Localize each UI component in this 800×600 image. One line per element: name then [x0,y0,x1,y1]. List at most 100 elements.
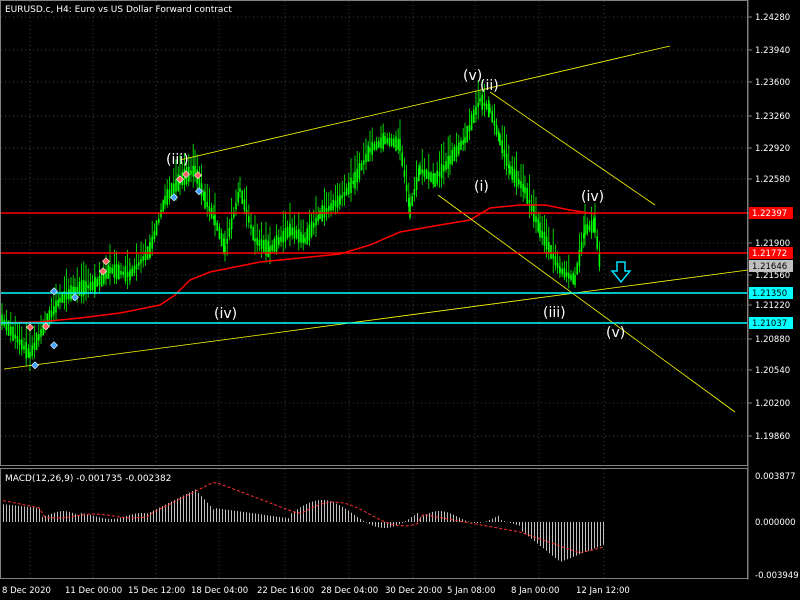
candle-body [330,203,332,211]
macd-bar [42,516,43,522]
macd-bar [345,508,346,522]
macd-bar [288,518,289,522]
wave-label: (iv) [214,306,237,322]
macd-bar [552,522,553,556]
macd-bar [498,515,499,522]
macd-bar [219,508,220,522]
candle-body [295,230,298,239]
macd-bar [315,500,316,522]
candle-body [298,229,300,243]
candle-body [166,189,168,205]
macd-bar [81,513,82,522]
candle-body [554,256,557,266]
candle-body [586,224,588,234]
candle-body [481,94,483,110]
candle-body [411,196,413,207]
candle-body [50,310,53,318]
candle-body [518,179,520,185]
candle-body [208,206,211,212]
macd-bar [591,522,592,550]
macd-bar [438,511,439,522]
macd-bar [174,500,175,522]
macd-bar [447,512,448,522]
candle-body [87,285,89,289]
macd-bar [357,516,358,522]
candle-body [453,147,456,162]
macd-bar [351,512,352,522]
macd-bar [27,506,28,522]
price-tick-label: 1.19860 [755,432,790,442]
candle-body [449,155,451,165]
candle-body [468,125,471,132]
macd-bar [213,509,214,522]
wave-label: (iv) [581,189,604,205]
macd-bar [531,522,532,539]
candle-body [570,274,572,280]
fractal-marker [50,287,58,296]
candle-body [428,172,430,180]
candle-body [432,173,434,185]
macd-bar [18,505,19,522]
candle-body [458,142,460,155]
macd-bar [6,504,7,522]
macd-bar [306,503,307,522]
candle-body [89,282,92,291]
candle-body [475,106,477,115]
candle-body [390,138,393,146]
candle-body [248,216,250,223]
candle-body [304,237,306,243]
candle-body [509,166,511,174]
candle-body [124,266,127,282]
candle-body [382,133,384,150]
candle-body [206,201,208,207]
candle-body [129,270,131,280]
macd-bar [225,509,226,522]
down-arrow-icon [610,261,632,284]
candle-body [341,195,343,199]
fractal-marker [26,323,34,332]
candle-body [598,253,601,267]
candle-body [568,273,570,279]
macd-bar [390,522,391,528]
candle-body [111,267,113,274]
macd-bar [579,522,580,555]
candle-body [524,186,526,194]
macd-bar [30,507,31,522]
macd-bar [342,506,343,522]
candle-body [194,165,196,175]
candle-body [395,136,397,151]
macd-bar [600,522,601,546]
chart-window[interactable]: (iii)(v)(ii)(i)(iv)(iv)(iii)(v) EURUSD.c… [0,0,800,600]
macd-bar [111,518,112,522]
time-tick-label: 5 Jan 08:00 [447,586,495,596]
candle-body [397,139,399,150]
candle-body [440,164,443,179]
candle-body [25,341,27,359]
chart-symbol-title: EURUSD.c, H4: Euro vs US Dollar Forward … [5,5,232,15]
macd-bar [372,522,373,526]
candle-body [273,239,276,253]
candles [1,79,601,372]
macd-bar [423,515,424,522]
macd-bar [72,512,73,522]
candle-body [18,339,21,345]
candle-body [365,153,367,163]
macd-bar [114,518,115,522]
macd-bar [204,499,205,522]
candle-body [373,143,376,151]
time-tick-label: 15 Dec 12:00 [128,586,185,596]
macd-bar [243,511,244,522]
macd-bar [252,513,253,522]
candle-body [278,237,280,246]
macd-bar [210,506,211,522]
macd-bar [486,521,487,522]
macd-bar [297,509,298,522]
candle-body [543,232,546,246]
macd-bar [375,522,376,527]
price-tag-label: 1.22397 [752,209,787,219]
macd-bar [360,518,361,522]
macd-bar [558,522,559,561]
time-tick-label: 28 Dec 04:00 [321,586,378,596]
candle-body [350,177,352,193]
candle-body [59,297,61,303]
